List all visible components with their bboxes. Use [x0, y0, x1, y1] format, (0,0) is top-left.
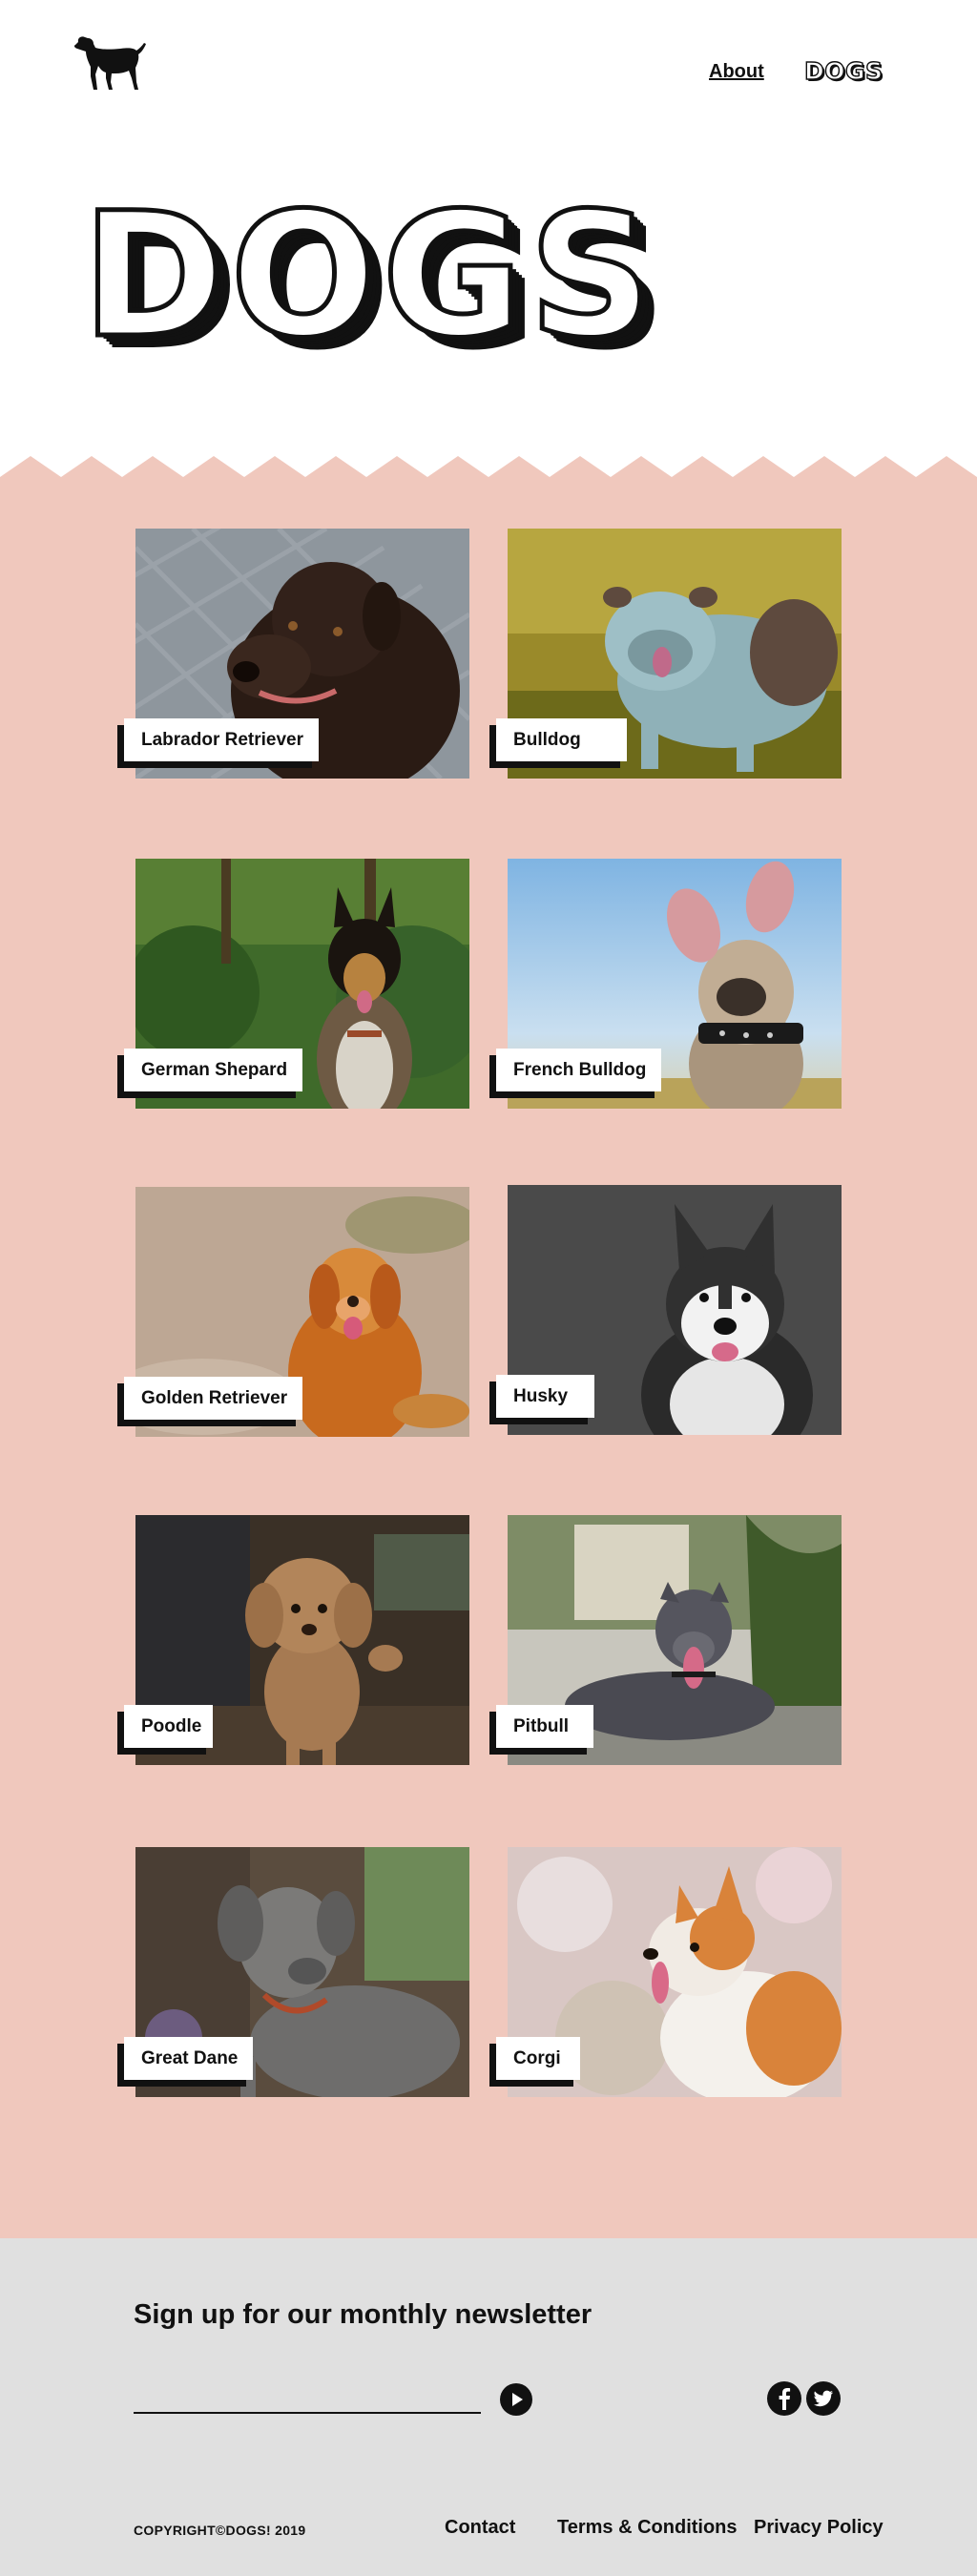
dog-card-corgi[interactable]: Corgi — [496, 1847, 842, 2097]
dog-card-pitbull[interactable]: Pitbull — [496, 1515, 842, 1765]
footer-link-contact[interactable]: Contact — [445, 2517, 515, 2539]
dog-card-german-shepard[interactable]: German Shepard — [124, 859, 469, 1109]
footer-link-terms[interactable]: Terms & Conditions — [557, 2517, 738, 2539]
dog-card-golden-retriever[interactable]: Golden Retriever — [124, 1187, 469, 1437]
dog-name-label: Great Dane — [124, 2037, 254, 2080]
dog-name-label: Pitbull — [496, 1705, 594, 1748]
nav-about-link[interactable]: About — [709, 61, 764, 83]
dog-name-label: Bulldog — [496, 718, 627, 761]
dog-name-label: Golden Retriever — [124, 1377, 303, 1420]
dog-name-label: Corgi — [496, 2037, 580, 2080]
dog-card-husky[interactable]: Husky — [496, 1185, 842, 1435]
dog-name-label: Poodle — [124, 1705, 214, 1748]
dog-card-poodle[interactable]: Poodle — [124, 1515, 469, 1765]
facebook-icon[interactable] — [767, 2381, 801, 2416]
newsletter-submit-button[interactable] — [500, 2383, 532, 2416]
copyright-text: COPYRIGHT©DOGS! 2019 — [134, 2523, 306, 2538]
hero-title: DOGS — [80, 177, 658, 376]
twitter-icon[interactable] — [806, 2381, 841, 2416]
dog-card-french-bulldog[interactable]: French Bulldog — [496, 859, 842, 1109]
dog-logo-icon[interactable] — [73, 34, 147, 93]
dog-card-labrador-retriever[interactable]: Labrador Retriever — [124, 529, 469, 779]
dog-card-bulldog[interactable]: Bulldog — [496, 529, 842, 779]
nav-dogs-link[interactable]: DOGS — [803, 56, 883, 85]
newsletter-title: Sign up for our monthly newsletter — [134, 2299, 592, 2330]
dog-name-label: Husky — [496, 1375, 595, 1418]
site-header: About DOGS DOGS — [0, 0, 977, 364]
dog-name-label: Labrador Retriever — [124, 718, 320, 761]
dog-gallery: Labrador Retriever Bulldog German Shepar… — [0, 456, 977, 2238]
dog-name-label: German Shepard — [124, 1049, 303, 1091]
dog-card-great-dane[interactable]: Great Dane — [124, 1847, 469, 2097]
dog-name-label: French Bulldog — [496, 1049, 662, 1091]
site-footer: Sign up for our monthly newsletter COPYR… — [0, 2238, 977, 2576]
newsletter-email-input[interactable] — [134, 2379, 481, 2414]
arrow-right-circle-icon — [512, 2393, 523, 2406]
footer-link-privacy[interactable]: Privacy Policy — [754, 2517, 883, 2539]
